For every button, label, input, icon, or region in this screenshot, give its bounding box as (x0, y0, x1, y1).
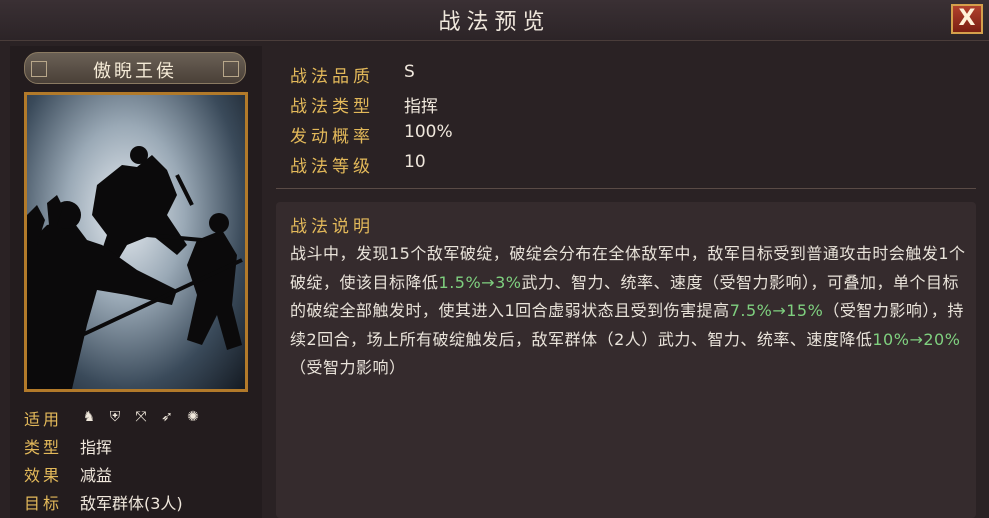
applicable-icons: ♞ ⛨ ⤧ ➶ ✺ (80, 408, 202, 426)
window-title: 战法预览 (438, 10, 551, 35)
hero-panel: 傲睨王侯 适用 ♞ ⛨ ⤧ ➶ ✺ 类型 指挥 效果 减益 目标 敌军群体(3人… (10, 46, 262, 518)
shield-icon: ⛨ (109, 409, 121, 425)
battle-silhouette-image (27, 146, 243, 389)
hero-name-plate: 傲睨王侯 (24, 52, 246, 84)
info-quality: 战法品质 S (290, 62, 415, 88)
attr-type-label: 类型 (24, 438, 63, 457)
cavalry-icon: ♞ (82, 409, 96, 425)
attr-type: 类型 指挥 (24, 434, 112, 460)
attr-applicable: 适用 ♞ ⛨ ⤧ ➶ ✺ (24, 406, 199, 432)
info-rate: 发动概率 100% (290, 122, 453, 148)
plate-ornament-right (223, 61, 239, 77)
description-text: 战斗中，发现15个敌军破绽，破绽会分布在全体敌军中，敌军目标受到普通攻击时会触发… (290, 240, 970, 383)
title-bar: 战法预览 X (0, 0, 989, 41)
info-type: 战法类型 指挥 (290, 92, 438, 118)
info-level-value: 10 (404, 152, 426, 172)
close-button[interactable]: X (951, 4, 983, 34)
bow-icon: ⤧ (135, 409, 147, 425)
desc-seg-4: （受智力影响） (290, 358, 406, 377)
hero-name: 傲睨王侯 (93, 61, 177, 82)
siege-icon: ✺ (187, 409, 199, 425)
divider (276, 188, 976, 189)
info-type-value: 指挥 (404, 97, 438, 117)
spear-icon: ➶ (161, 409, 173, 425)
attr-target-value: 敌军群体(3人) (80, 494, 183, 513)
desc-highlight-3: 10%→20% (872, 329, 961, 349)
attr-effect-value: 减益 (80, 466, 113, 485)
attr-type-value: 指挥 (80, 438, 113, 457)
attr-target: 目标 敌军群体(3人) (24, 490, 183, 516)
description-title: 战法说明 (290, 217, 374, 237)
info-quality-value: S (404, 62, 415, 82)
attr-effect-label: 效果 (24, 466, 63, 485)
info-type-label: 战法类型 (290, 97, 374, 117)
info-level-label: 战法等级 (290, 157, 374, 177)
attr-applicable-label: 适用 (24, 410, 63, 429)
attr-target-label: 目标 (24, 494, 63, 513)
skill-portrait (24, 92, 248, 392)
attr-effect: 效果 减益 (24, 462, 112, 488)
info-rate-label: 发动概率 (290, 127, 374, 147)
info-rate-value: 100% (404, 122, 453, 142)
description-panel: 战法说明 战斗中，发现15个敌军破绽，破绽会分布在全体敌军中，敌军目标受到普通攻… (276, 202, 976, 518)
info-level: 战法等级 10 (290, 152, 426, 178)
desc-highlight-2: 7.5%→15% (729, 301, 824, 320)
desc-highlight-1: 1.5%→3% (438, 272, 522, 292)
info-quality-label: 战法品质 (290, 67, 374, 87)
